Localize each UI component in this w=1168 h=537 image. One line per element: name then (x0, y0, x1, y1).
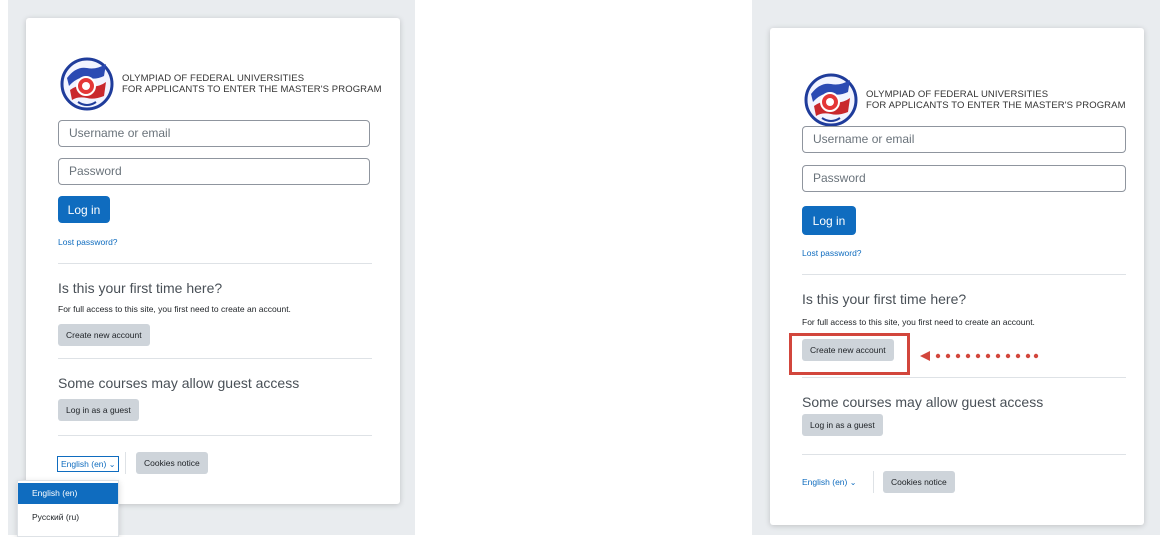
guest-access-heading: Some courses may allow guest access (802, 394, 1044, 410)
language-option-english[interactable]: English (en) (18, 483, 118, 504)
arrow-left-icon (920, 351, 1039, 361)
divider (802, 274, 1126, 275)
logo-row: OLYMPIAD OF FEDERAL UNIVERSITIES FOR APP… (804, 72, 1126, 128)
first-time-text: For full access to this site, you first … (58, 304, 291, 314)
divider (802, 377, 1126, 378)
language-selector[interactable]: English (en) ⌄ (57, 456, 120, 472)
divider (58, 435, 372, 436)
first-time-text: For full access to this site, you first … (802, 317, 1035, 327)
first-time-heading: Is this your first time here? (58, 280, 223, 296)
logo-title-line1: OLYMPIAD OF FEDERAL UNIVERSITIES (866, 89, 1049, 100)
logo-row: OLYMPIAD OF FEDERAL UNIVERSITIES FOR APP… (60, 56, 382, 112)
chevron-down-icon: ⌄ (108, 460, 116, 469)
logo-title-line2: FOR APPLICANTS TO ENTER THE MASTER'S PRO… (122, 84, 382, 95)
first-time-heading: Is this your first time here? (802, 291, 967, 307)
password-input[interactable]: Password (58, 158, 370, 185)
password-input[interactable]: Password (802, 165, 1126, 192)
lost-password-link[interactable]: Lost password? (58, 237, 118, 247)
annotation-highlight-box (789, 333, 910, 375)
cookies-notice-button[interactable]: Cookies notice (883, 471, 955, 493)
username-input[interactable]: Username or email (58, 120, 370, 147)
chevron-down-icon: ⌄ (849, 478, 857, 487)
olympiad-logo-icon (804, 73, 858, 127)
divider (802, 454, 1126, 455)
guest-access-heading: Some courses may allow guest access (58, 375, 300, 391)
language-selector[interactable]: English (en) ⌄ (802, 477, 856, 487)
language-option-russian[interactable]: Русский (ru) (18, 507, 118, 528)
language-selector-label: English (en) (802, 477, 848, 487)
footer-separator (125, 452, 126, 474)
language-dropdown-menu: English (en) Русский (ru) (17, 480, 119, 537)
username-input[interactable]: Username or email (802, 126, 1126, 153)
guest-login-button[interactable]: Log in as a guest (58, 399, 139, 421)
create-account-button[interactable]: Create new account (58, 324, 150, 346)
cookies-notice-button[interactable]: Cookies notice (136, 452, 208, 474)
lost-password-link[interactable]: Lost password? (802, 248, 862, 258)
login-button[interactable]: Log in (58, 196, 110, 223)
logo-title-line2: FOR APPLICANTS TO ENTER THE MASTER'S PRO… (866, 100, 1126, 111)
divider (58, 263, 372, 264)
olympiad-logo-icon (60, 57, 114, 111)
login-button[interactable]: Log in (802, 206, 856, 235)
footer-separator (873, 471, 874, 493)
logo-title-line1: OLYMPIAD OF FEDERAL UNIVERSITIES (122, 73, 305, 84)
login-card-right: OLYMPIAD OF FEDERAL UNIVERSITIES FOR APP… (770, 28, 1144, 525)
divider (58, 358, 372, 359)
guest-login-button[interactable]: Log in as a guest (802, 414, 883, 436)
login-card-left: OLYMPIAD OF FEDERAL UNIVERSITIES FOR APP… (26, 18, 400, 504)
language-selector-label: English (en) (61, 459, 107, 469)
